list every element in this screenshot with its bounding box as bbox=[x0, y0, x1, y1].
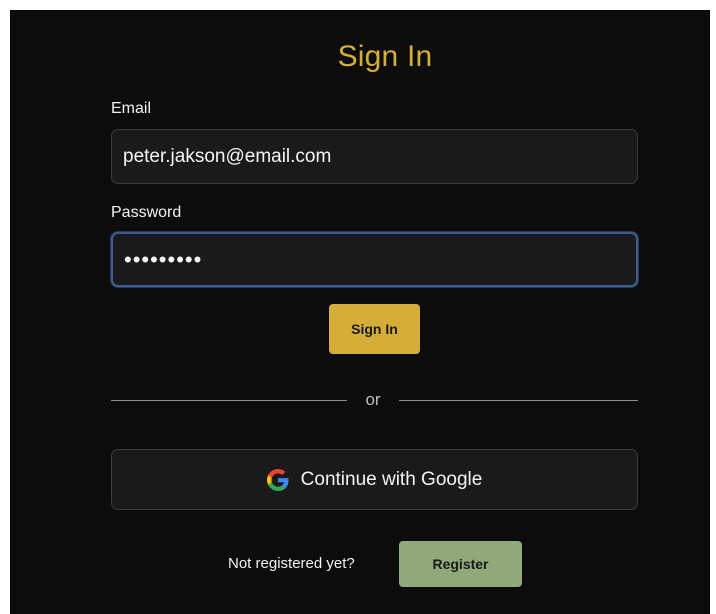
email-label: Email bbox=[111, 100, 152, 117]
continue-with-google-button[interactable]: Continue with Google bbox=[111, 449, 638, 510]
password-label: Password bbox=[111, 204, 182, 221]
register-button[interactable]: Register bbox=[399, 541, 522, 587]
google-button-label: Continue with Google bbox=[300, 468, 483, 490]
google-icon bbox=[266, 468, 289, 491]
sign-in-button[interactable]: Sign In bbox=[329, 304, 420, 354]
divider-text: or bbox=[365, 390, 381, 409]
password-field[interactable] bbox=[111, 232, 638, 287]
divider-line-right bbox=[399, 400, 638, 401]
page-title: Sign In bbox=[337, 40, 433, 73]
divider-line-left bbox=[111, 400, 347, 401]
email-field[interactable] bbox=[111, 129, 638, 184]
signin-panel: Sign In Email Password Sign In or Contin… bbox=[10, 10, 710, 614]
register-prompt: Not registered yet? bbox=[228, 555, 355, 572]
